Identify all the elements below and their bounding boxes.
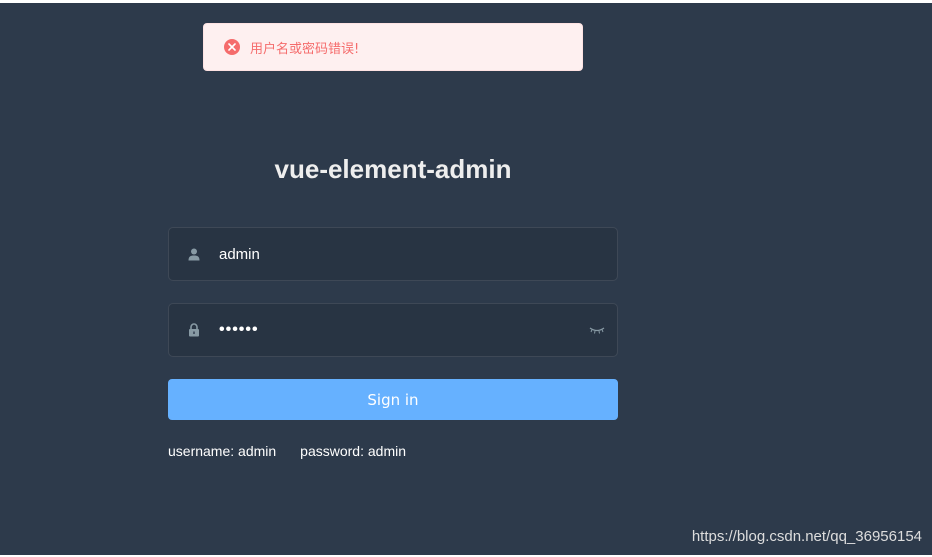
page-title: vue-element-admin <box>274 154 512 184</box>
error-circle-icon <box>224 39 240 55</box>
username-field[interactable]: admin <box>168 227 618 281</box>
user-icon <box>169 248 219 261</box>
password-field[interactable]: •••••• <box>168 303 618 357</box>
login-tips: username: admin password: admin <box>168 443 406 459</box>
username-input[interactable]: admin <box>219 246 617 263</box>
toast-message: 用户名或密码错误! <box>250 41 360 57</box>
sign-in-button[interactable]: Sign in <box>168 379 618 420</box>
tip-username: username: admin <box>168 443 277 459</box>
eye-closed-icon[interactable] <box>577 326 617 334</box>
watermark: https://blog.csdn.net/qq_36956154 <box>691 528 922 545</box>
error-toast: 用户名或密码错误! <box>203 23 583 71</box>
lock-icon <box>169 323 219 337</box>
tip-password: password: admin <box>300 443 406 459</box>
top-edge <box>0 0 932 3</box>
password-input[interactable]: •••••• <box>219 321 577 339</box>
